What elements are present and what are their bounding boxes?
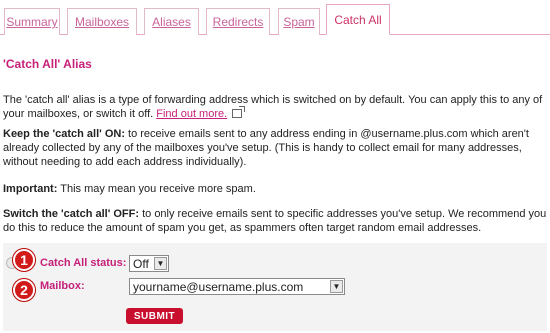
tab-catch-all[interactable]: Catch All [326,4,390,35]
catch-all-status-label: Catch All status: [40,257,127,269]
keep-on-paragraph: Keep the 'catch all' ON: to receive emai… [3,127,547,169]
catch-all-status-select[interactable]: Off ▼ [129,255,169,272]
important-text: This may mean you receive more spam. [57,183,256,195]
submit-button[interactable]: SUBMIT [126,308,183,324]
intro-paragraph: The 'catch all' alias is a type of forwa… [3,93,547,121]
tab-redirects[interactable]: Redirects [206,8,270,35]
status-value: Off [133,256,149,271]
find-out-more-link[interactable]: Find out more. [156,108,227,120]
mailbox-label: Mailbox: [40,280,85,292]
tab-summary[interactable]: Summary [4,8,60,35]
tab-spam[interactable]: Spam [278,8,320,35]
intro-text: The 'catch all' alias is a type of forwa… [3,94,543,120]
step-2-badge: 2 [13,279,35,301]
step-1-badge: 1 [13,249,35,271]
page-title: 'Catch All' Alias [3,57,92,71]
mailbox-value: yourname@username.plus.com [133,279,304,294]
important-title: Important: [3,183,58,195]
switch-off-paragraph: Switch the 'catch all' OFF: to only rece… [3,207,547,235]
tab-mailboxes[interactable]: Mailboxes [67,8,137,35]
tab-aliases[interactable]: Aliases [144,8,199,35]
important-paragraph: Important: This may mean you receive mor… [3,182,547,196]
tab-bar: Summary Mailboxes Aliases Redirects Spam… [0,0,550,35]
chevron-down-icon: ▼ [330,280,343,293]
mailbox-select[interactable]: yourname@username.plus.com ▼ [129,278,345,295]
external-link-icon [232,106,246,118]
switch-off-title: Switch the 'catch all' OFF: [3,208,140,220]
keep-on-title: Keep the 'catch all' ON: [3,128,125,140]
chevron-down-icon: ▼ [154,257,167,270]
